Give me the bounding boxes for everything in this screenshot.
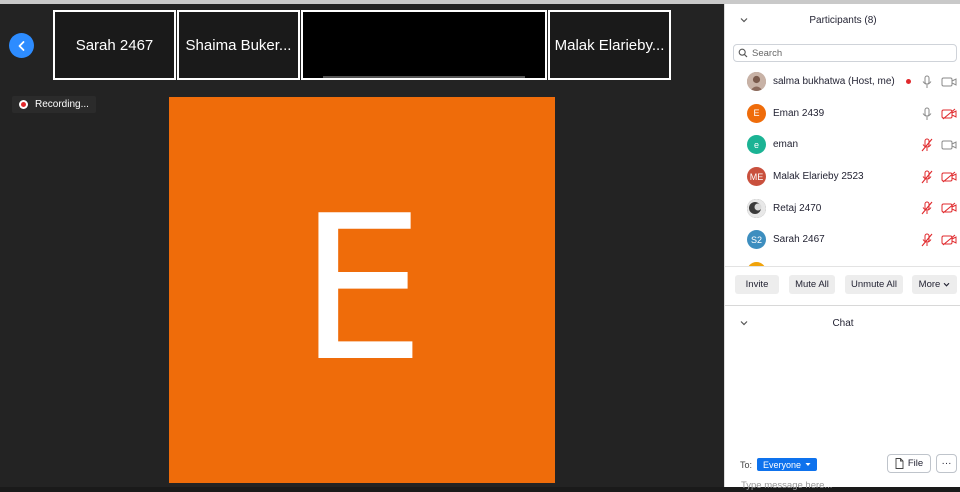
divider [725, 266, 960, 267]
participants-header: Participants (8) [725, 4, 960, 37]
video-muted-icon[interactable] [941, 108, 957, 120]
side-panel: Participants (8) salma bukhatwa (Host, m… [724, 4, 960, 492]
collapse-chevron-icon[interactable] [739, 318, 749, 328]
active-speaker-initial: E [298, 173, 426, 406]
participant-row[interactable]: salma bukhatwa (Host, me) [725, 66, 960, 98]
recipient-value: Everyone [763, 459, 802, 470]
divider [725, 305, 960, 306]
search-icon [738, 48, 748, 58]
chat-title: Chat [832, 317, 854, 329]
chat-more-button[interactable]: ··· [936, 454, 957, 473]
chat-header: Chat [725, 312, 960, 334]
record-icon [19, 100, 28, 109]
microphone-muted-icon[interactable] [921, 233, 933, 247]
profile-photo-icon [747, 72, 766, 92]
avatar: E [747, 103, 766, 123]
participant-search[interactable] [733, 44, 957, 62]
to-label: To: [740, 459, 753, 470]
microphone-icon[interactable] [921, 75, 933, 89]
video-camera-icon[interactable] [941, 139, 957, 151]
participant-row[interactable] [725, 256, 960, 266]
file-label: File [907, 458, 924, 469]
chat-message-input[interactable] [741, 478, 941, 492]
profile-photo-icon [747, 198, 766, 218]
participant-row[interactable]: e eman [725, 129, 960, 161]
microphone-muted-icon[interactable] [921, 170, 933, 184]
thumbnail-name: Shaima Buker... [185, 36, 292, 54]
video-muted-icon[interactable] [941, 202, 957, 214]
thumbnail-name: Malak Elarieby... [554, 36, 665, 54]
video-muted-icon[interactable] [941, 171, 957, 183]
avatar: S2 [747, 230, 766, 250]
thumbnail-name: Sarah 2467 [75, 36, 154, 54]
participant-actions: Invite Mute All Unmute All More [725, 275, 960, 295]
participant-list: salma bukhatwa (Host, me) E Eman 2439 e … [725, 66, 960, 266]
avatar [747, 72, 766, 92]
avatar-initials: ME [749, 171, 764, 182]
participant-row[interactable]: S2 Sarah 2467 [725, 224, 960, 256]
video-progress-strip [323, 76, 525, 78]
microphone-icon[interactable] [921, 107, 933, 121]
chevron-down-icon [943, 282, 950, 287]
active-speaker-video: E [169, 97, 555, 483]
file-icon [895, 458, 904, 469]
avatar-initials: e [753, 139, 759, 150]
thumbnail-video-4[interactable]: Malak Elarieby... [548, 10, 671, 80]
share-file-button[interactable]: File [887, 454, 931, 473]
video-camera-icon[interactable] [941, 76, 957, 88]
search-input[interactable] [752, 47, 942, 59]
video-muted-icon[interactable] [941, 234, 957, 246]
mute-all-button[interactable]: Mute All [789, 275, 835, 294]
unmute-all-button[interactable]: Unmute All [845, 275, 903, 294]
microphone-muted-icon[interactable] [921, 138, 933, 152]
participant-row[interactable]: E Eman 2439 [725, 98, 960, 130]
participant-name: Malak Elarieby 2523 [773, 171, 864, 183]
chat-recipient-row: To: Everyone [740, 458, 818, 471]
avatar: e [747, 135, 766, 155]
participant-row[interactable]: Retaj 2470 [725, 192, 960, 224]
participant-name: Eman 2439 [773, 107, 825, 119]
participant-name: Retaj 2470 [773, 202, 822, 214]
recipient-dropdown[interactable]: Everyone [757, 458, 818, 471]
thumbnail-video-1[interactable]: Sarah 2467 [53, 10, 176, 80]
avatar-initials: S2 [750, 234, 762, 245]
participant-row[interactable]: ME Malak Elarieby 2523 [725, 161, 960, 193]
thumbnail-video-2[interactable]: Shaima Buker... [177, 10, 300, 80]
participant-name: Sarah 2467 [773, 234, 825, 246]
participants-title: Participants (8) [809, 15, 877, 26]
recording-label: Recording... [35, 99, 89, 110]
recording-dot-icon [906, 79, 911, 84]
thumbnail-video-3[interactable] [301, 10, 547, 80]
avatar: ME [747, 167, 766, 187]
back-button[interactable] [9, 33, 34, 58]
more-label: More [918, 279, 941, 290]
recording-indicator[interactable]: Recording... [12, 96, 96, 113]
video-stage: Sarah 2467 Shaima Buker... Malak Elarieb… [0, 4, 724, 487]
participant-name: salma bukhatwa (Host, me) [773, 76, 895, 88]
avatar-initials: E [753, 108, 760, 119]
participant-name: eman [773, 139, 799, 151]
collapse-chevron-icon[interactable] [739, 15, 749, 25]
chevron-left-icon [18, 40, 24, 51]
more-button[interactable]: More [912, 275, 957, 294]
microphone-muted-icon[interactable] [921, 201, 933, 215]
avatar [747, 198, 766, 218]
invite-button[interactable]: Invite [735, 275, 779, 294]
caret-down-icon [805, 463, 811, 466]
